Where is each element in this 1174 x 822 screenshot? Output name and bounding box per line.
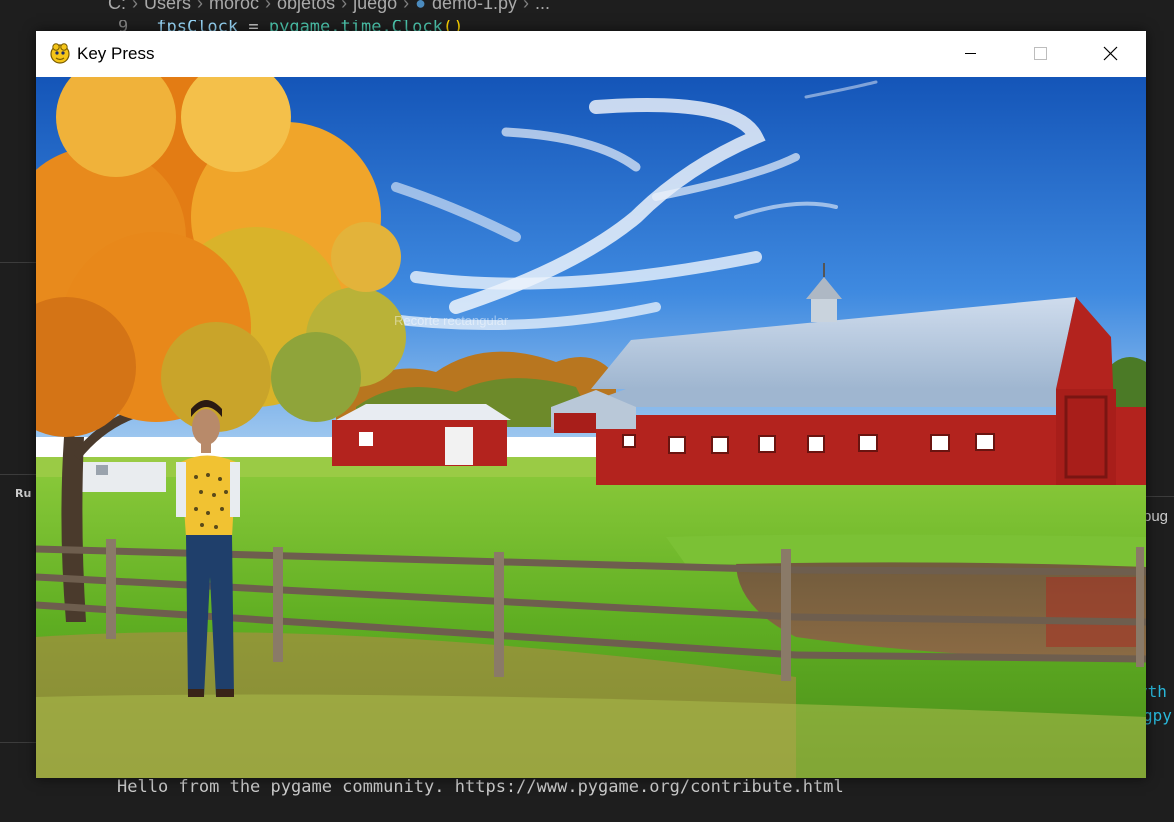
- breadcrumb-item[interactable]: objetos: [277, 0, 335, 12]
- farm-scene: Recorte rectangular: [36, 77, 1146, 778]
- window-title: Key Press: [77, 44, 155, 63]
- maximize-icon[interactable]: [1017, 31, 1063, 77]
- chevron-right-icon: ›: [523, 0, 530, 13]
- chevron-right-icon: ›: [265, 0, 272, 13]
- chevron-right-icon: ›: [197, 0, 204, 13]
- panel-divider: [0, 742, 36, 743]
- panel-divider: [0, 474, 36, 475]
- close-icon[interactable]: [1087, 31, 1133, 77]
- breadcrumb-item[interactable]: demo-1.py: [432, 0, 517, 12]
- terminal-text: gpy: [1143, 706, 1172, 725]
- breadcrumb-item[interactable]: C:: [108, 0, 126, 12]
- pygame-window[interactable]: Key Press Recorte rectangular: [36, 31, 1146, 778]
- pygame-snake-icon: [50, 43, 70, 64]
- breadcrumb-item[interactable]: ...: [535, 0, 550, 12]
- panel-divider: [1146, 496, 1174, 497]
- shed: [332, 404, 511, 466]
- chevron-right-icon: ›: [403, 0, 410, 13]
- chevron-right-icon: ›: [132, 0, 138, 13]
- terminal-output: Hello from the pygame community. https:/…: [117, 777, 844, 797]
- editor-breadcrumb: C: › Users › moroc › objetos › juego › ● demo-1.py ›…: [0, 0, 1174, 18]
- chevron-right-icon: ›: [341, 0, 348, 13]
- minimize-icon[interactable]: [947, 31, 993, 77]
- game-canvas[interactable]: Recorte rectangular: [36, 77, 1146, 778]
- breadcrumb-item[interactable]: Users: [144, 0, 191, 12]
- breadcrumb-item[interactable]: juego: [353, 0, 397, 12]
- breadcrumb-item[interactable]: moroc: [209, 0, 259, 12]
- debug-tab-label[interactable]: bug: [1143, 508, 1168, 525]
- panel-divider: [0, 262, 36, 263]
- overlay-text: Recorte rectangular: [394, 313, 509, 328]
- python-file-icon: ●: [415, 0, 426, 13]
- window-titlebar[interactable]: Key Press: [36, 31, 1146, 77]
- run-panel-label: Ru: [15, 487, 32, 500]
